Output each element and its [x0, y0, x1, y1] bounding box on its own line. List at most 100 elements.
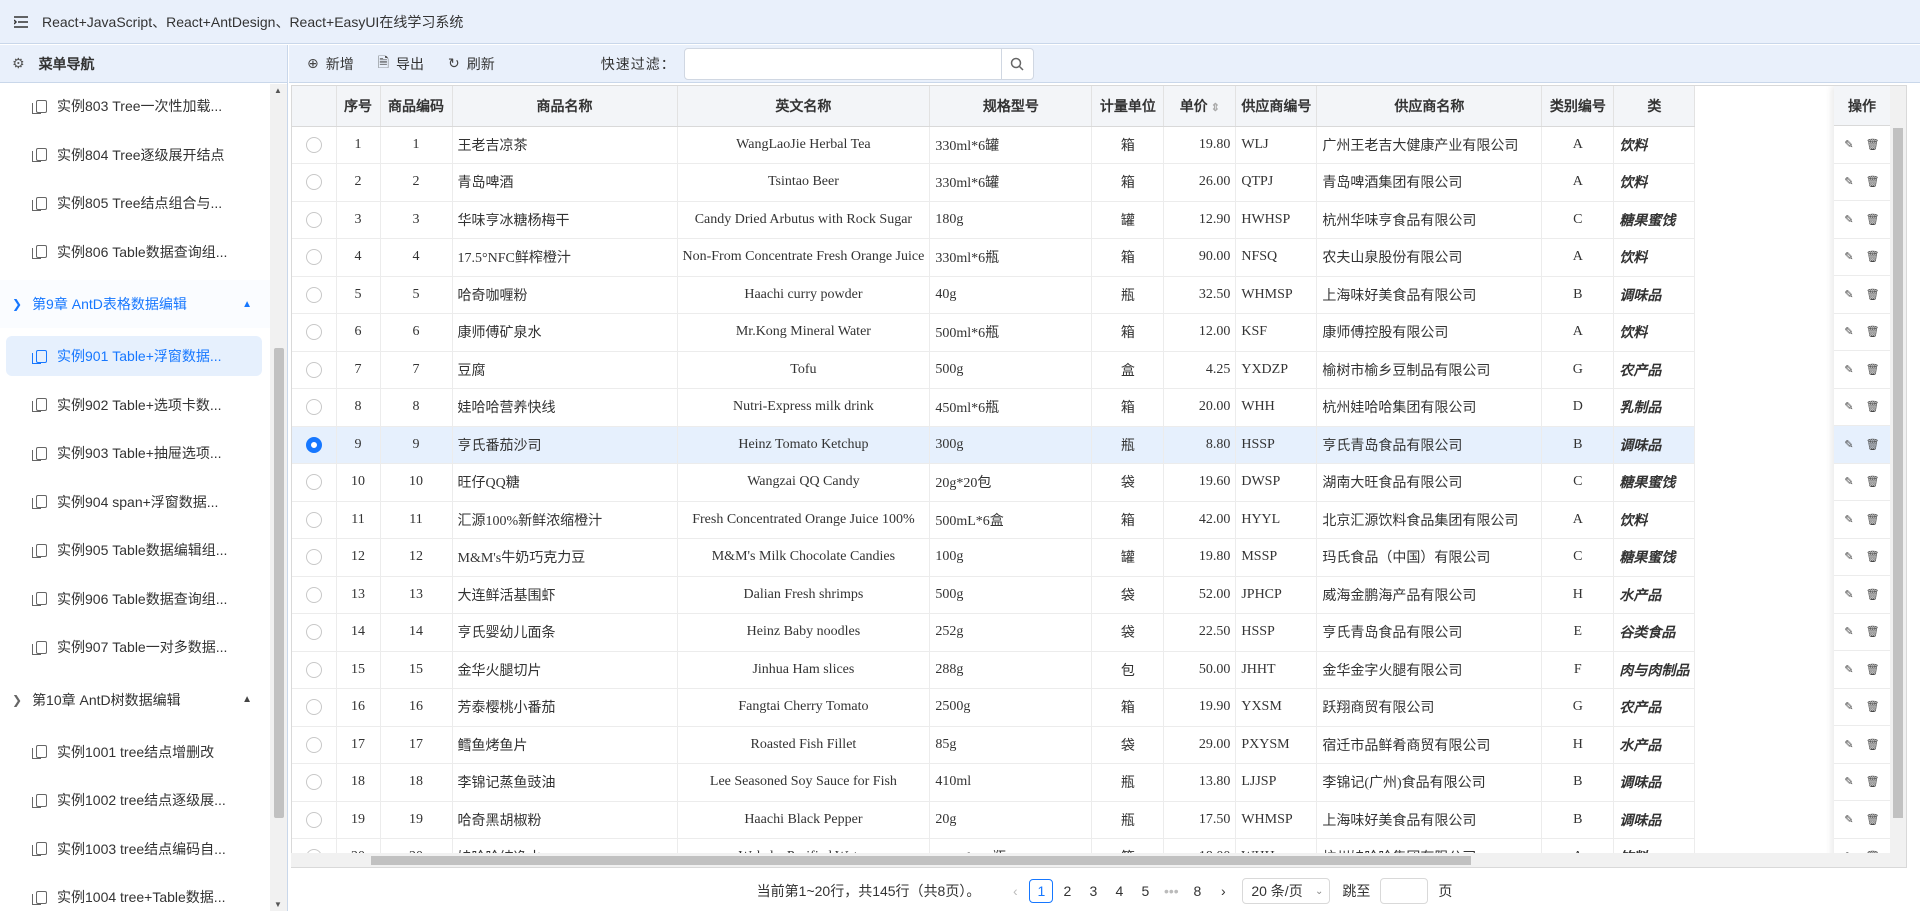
select-cell[interactable] — [292, 238, 337, 277]
sidebar-item[interactable]: 实例804 Tree逐级展开结点 — [6, 135, 262, 175]
sidebar-item[interactable]: 实例1001 tree结点增删改 — [6, 732, 262, 772]
select-cell[interactable] — [292, 426, 337, 464]
page-number[interactable]: 5 — [1133, 879, 1157, 903]
row-radio[interactable] — [305, 436, 322, 453]
sidebar-item[interactable]: 实例906 Table数据查询组... — [6, 579, 262, 619]
edit-icon[interactable]: ✎ — [1844, 250, 1853, 263]
sidebar-chapter[interactable]: ❯ 第10章 AntD树数据编辑 ▲ — [0, 675, 270, 724]
table-row[interactable]: 7 7 豆腐 Tofu 500g 盒 4.25 YXDZP 榆树市榆乡豆制品有限公司 G 农产品 — [292, 351, 1696, 389]
edit-icon[interactable]: ✎ — [1844, 550, 1853, 563]
row-radio[interactable] — [305, 736, 322, 753]
select-cell[interactable] — [292, 576, 337, 614]
select-cell[interactable] — [292, 463, 337, 502]
page-number[interactable]: 8 — [1185, 879, 1209, 903]
select-cell[interactable] — [292, 276, 337, 314]
search-icon[interactable] — [1000, 48, 1033, 79]
table-row[interactable]: 15 15 金华火腿切片 Jinhua Ham slices 288g 包 50.00 JHH… — [292, 651, 1696, 689]
select-cell[interactable] — [292, 538, 337, 577]
select-cell[interactable] — [292, 351, 337, 389]
delete-icon[interactable]: 🗑 — [1866, 475, 1880, 488]
table-row[interactable]: 16 16 芳泰樱桃小番茄 Fangtai Cherry Tomato 2500g 箱 19… — [292, 688, 1696, 727]
select-cell[interactable] — [292, 688, 337, 727]
edit-icon[interactable]: ✎ — [1844, 813, 1853, 826]
sidebar-item[interactable]: 实例805 Tree结点组合与... — [6, 183, 262, 223]
select-cell[interactable] — [292, 651, 337, 689]
column-header[interactable]: 商品编码 — [380, 86, 453, 127]
edit-icon[interactable]: ✎ — [1844, 513, 1853, 526]
row-radio[interactable] — [305, 249, 322, 266]
select-cell[interactable] — [292, 388, 337, 427]
row-radio[interactable] — [305, 774, 322, 791]
add-button[interactable]: ⊕ 新增 — [307, 54, 354, 74]
page-number[interactable]: 1 — [1029, 879, 1054, 903]
prev-page-button[interactable]: ‹ — [1003, 879, 1027, 903]
select-cell[interactable] — [292, 501, 337, 539]
sidebar-item[interactable]: 实例1002 tree结点逐级展... — [6, 780, 262, 820]
table-row[interactable]: 19 19 哈奇黑胡椒粉 Haachi Black Pepper 20g 瓶 17.50 WH… — [292, 801, 1696, 839]
delete-icon[interactable]: 🗑 — [1866, 400, 1880, 413]
row-radio[interactable] — [305, 136, 322, 153]
select-cell[interactable] — [292, 763, 337, 802]
table-row[interactable]: 1 1 王老吉凉茶 WangLaoJie Herbal Tea 330ml*6罐箱 19.… — [292, 126, 1696, 164]
scrollbar-thumb[interactable] — [371, 856, 1471, 865]
table-horizontal-scrollbar[interactable] — [291, 853, 1891, 867]
sidebar-item[interactable]: 实例1003 tree结点编码自... — [6, 829, 262, 869]
column-header[interactable]: 英文名称 — [677, 86, 931, 127]
scroll-up-icon[interactable]: ▲ — [274, 86, 282, 95]
sidebar-item[interactable]: 实例902 Table+选项卡数... — [6, 385, 262, 425]
delete-icon[interactable]: 🗑 — [1866, 588, 1880, 601]
edit-icon[interactable]: ✎ — [1844, 738, 1853, 751]
table-vertical-scrollbar[interactable] — [1890, 86, 1906, 867]
more-pages-icon[interactable]: ••• — [1159, 879, 1183, 903]
delete-icon[interactable]: 🗑 — [1866, 663, 1880, 676]
select-cell[interactable] — [292, 163, 337, 202]
edit-icon[interactable]: ✎ — [1844, 363, 1853, 376]
select-cell[interactable] — [292, 801, 337, 839]
sort-icon[interactable]: ⇕ — [1208, 102, 1220, 114]
sidebar-item[interactable]: 实例904 span+浮窗数据... — [6, 482, 262, 522]
export-button[interactable]: 🗎 导出 — [378, 52, 424, 76]
row-radio[interactable] — [305, 511, 322, 528]
sidebar-item[interactable]: 实例806 Table数据查询组... — [6, 232, 262, 272]
edit-icon[interactable]: ✎ — [1844, 213, 1853, 226]
edit-icon[interactable]: ✎ — [1844, 288, 1853, 301]
page-number[interactable]: 4 — [1107, 879, 1131, 903]
select-cell[interactable] — [292, 201, 337, 239]
sidebar-item[interactable]: 实例1004 tree+Table数据... — [6, 877, 262, 911]
table-row[interactable]: 18 18 李锦记蒸鱼豉油 Lee Seasoned Soy Sauce for Fi… — [292, 763, 1696, 802]
column-header[interactable]: 供应商名称 — [1316, 86, 1543, 127]
page-size-select[interactable]: 20 条/页 ⌄ — [1242, 878, 1331, 904]
edit-icon[interactable]: ✎ — [1844, 588, 1853, 601]
jump-page-input[interactable] — [1380, 878, 1429, 904]
column-header[interactable]: 供应商编号 — [1235, 86, 1318, 127]
delete-icon[interactable]: 🗑 — [1866, 250, 1880, 263]
scrollbar-thumb[interactable] — [274, 348, 284, 818]
row-radio[interactable] — [305, 661, 322, 678]
edit-icon[interactable]: ✎ — [1844, 138, 1853, 151]
table-row[interactable]: 9 9 亨氏番茄沙司 Heinz Tomato Ketchup 300g 瓶 8.80 HSS… — [292, 426, 1696, 464]
row-radio[interactable] — [305, 174, 322, 191]
select-cell[interactable] — [292, 126, 337, 164]
edit-icon[interactable]: ✎ — [1844, 663, 1853, 676]
edit-icon[interactable]: ✎ — [1844, 775, 1853, 788]
table-row[interactable]: 6 6 康师傅矿泉水 Mr.Kong Mineral Water 500ml*6瓶箱 12… — [292, 313, 1696, 352]
sidebar-item[interactable]: 实例901 Table+浮窗数据... — [6, 336, 262, 376]
row-radio[interactable] — [305, 549, 322, 566]
row-radio[interactable] — [305, 211, 322, 228]
sidebar-item[interactable]: 实例905 Table数据编辑组... — [6, 530, 262, 570]
delete-icon[interactable]: 🗑 — [1866, 325, 1880, 338]
table-row[interactable]: 2 2 青岛啤酒 Tsintao Beer 330ml*6罐箱 26.00 QTPJ 青岛啤酒… — [292, 163, 1696, 202]
delete-icon[interactable]: 🗑 — [1866, 288, 1880, 301]
delete-icon[interactable]: 🗑 — [1866, 700, 1880, 713]
sidebar-item[interactable]: 实例803 Tree一次性加载... — [6, 86, 262, 126]
column-header[interactable]: 商品名称 — [452, 86, 678, 127]
edit-icon[interactable]: ✎ — [1844, 438, 1853, 451]
column-header[interactable]: 规格型号 — [929, 86, 1093, 127]
next-page-button[interactable]: › — [1211, 879, 1235, 903]
page-number[interactable]: 3 — [1081, 879, 1105, 903]
menu-toggle-icon[interactable] — [14, 15, 28, 28]
row-radio[interactable] — [305, 586, 322, 603]
row-radio[interactable] — [305, 286, 322, 303]
scroll-down-icon[interactable]: ▼ — [274, 900, 282, 909]
table-row[interactable]: 14 14 亨氏婴幼儿面条 Heinz Baby noodles 252g 袋 22.50 H… — [292, 613, 1696, 652]
